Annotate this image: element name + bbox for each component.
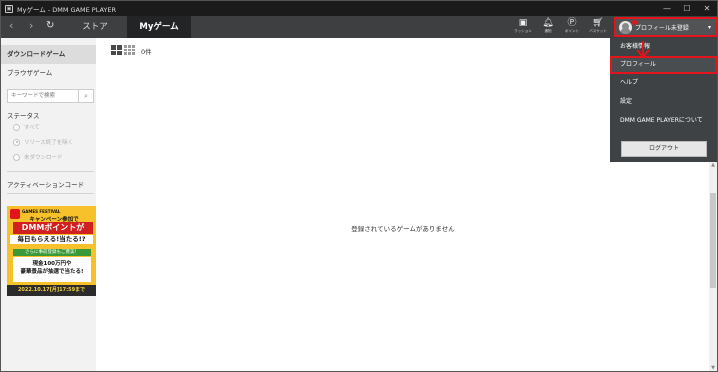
- menu-item-settings[interactable]: 設定: [610, 93, 717, 111]
- menu-item-profile[interactable]: プロフィール: [610, 56, 717, 74]
- close-button[interactable]: ✕: [697, 4, 717, 13]
- cushion-button[interactable]: ▣ クッション: [513, 18, 533, 34]
- banner-prize-line2: 豪華景品が抽選で当たる!: [20, 269, 84, 275]
- minimize-button[interactable]: —: [657, 4, 677, 13]
- chevron-down-icon: ▾: [707, 23, 711, 31]
- point-button[interactable]: Ⓟ ポイント: [562, 18, 582, 34]
- radio-button[interactable]: [13, 123, 20, 131]
- status-label: ステータス: [7, 112, 40, 120]
- activation-code-link[interactable]: アクティベーションコード: [7, 179, 84, 189]
- status-option-exclude-ended[interactable]: リリース終了を除く: [13, 138, 73, 146]
- menu-item-about[interactable]: DMM GAME PLAYERについて: [610, 112, 717, 130]
- cushion-icon: ▣: [518, 18, 528, 28]
- empty-message: 登録されているゲームがありません: [351, 225, 455, 233]
- reload-icon[interactable]: ↻: [46, 20, 54, 31]
- game-count: 0件: [141, 48, 152, 56]
- banner-festival: GAMES FESTIVAL: [22, 209, 61, 214]
- profile-menu-button[interactable]: プロフィール未登録 ▾: [614, 17, 717, 37]
- cushion-caption: クッション: [514, 29, 532, 33]
- logout-button[interactable]: ログアウト: [621, 141, 707, 157]
- basket-icon: 🛒︎: [592, 18, 604, 28]
- radio-button[interactable]: [13, 138, 20, 146]
- window-title: Myゲーム - DMM GAME PLAYER: [17, 5, 117, 14]
- notification-caption: 通知: [544, 29, 552, 33]
- status-option-label: すべて: [24, 125, 40, 131]
- bell-icon: 🔔︎: [542, 18, 554, 28]
- campaign-banner[interactable]: GAMES FESTIVAL キャンペーン参加で DMMポイントが 毎日もらえる…: [7, 206, 96, 296]
- view-toggle: [111, 45, 137, 55]
- profile-label: プロフィール未登録: [635, 24, 689, 32]
- search-input[interactable]: [8, 90, 78, 102]
- back-arrow-icon[interactable]: ‹: [9, 19, 13, 32]
- banner-preregister: さらに事前登録もご褒美！: [13, 249, 91, 256]
- divider: [7, 193, 94, 194]
- app-window: ▣ Myゲーム - DMM GAME PLAYER — ☐ ✕ ‹ › ↻ スト…: [0, 0, 718, 372]
- nav-bar: ‹ › ↻ ストア Myゲーム ▣ クッション 🔔︎ 通知 Ⓟ ポイント 🛒︎ …: [1, 16, 717, 38]
- banner-dmm-point: DMMポイントが: [13, 222, 93, 234]
- status-option-not-downloaded[interactable]: 未ダウンロード: [13, 153, 63, 161]
- banner-headline: 毎日もらえる!当たる!?: [10, 235, 93, 244]
- basket-caption: バスケット: [589, 29, 607, 33]
- tab-my-games[interactable]: Myゲーム: [127, 16, 191, 38]
- scrollbar-thumb[interactable]: [710, 193, 716, 288]
- forward-arrow-icon[interactable]: ›: [29, 19, 33, 32]
- large-grid-icon[interactable]: [111, 45, 122, 55]
- scroll-down-icon[interactable]: ▼: [709, 365, 717, 371]
- sidebar-item-browser-games[interactable]: ブラウザゲーム: [1, 64, 96, 83]
- maximize-button[interactable]: ☐: [677, 4, 697, 13]
- status-option-label: 未ダウンロード: [24, 155, 63, 161]
- basket-button[interactable]: 🛒︎ バスケット: [588, 18, 608, 34]
- annotation-arrow-icon: [636, 41, 650, 59]
- point-caption: ポイント: [565, 29, 579, 33]
- search-icon[interactable]: ⌕: [78, 90, 93, 102]
- radio-button[interactable]: [13, 153, 20, 161]
- avatar-icon: [619, 20, 632, 34]
- scrollbar[interactable]: ▲ ▼: [709, 161, 717, 371]
- banner-prize: 現金100万円や 豪華景品が抽選で当たる!: [13, 257, 91, 282]
- notification-dot: [632, 20, 637, 25]
- scroll-up-icon[interactable]: ▲: [709, 162, 717, 168]
- divider: [7, 171, 94, 172]
- banner-prize-line1: 現金100万円や: [32, 261, 72, 267]
- small-grid-icon[interactable]: [124, 45, 135, 55]
- notification-button[interactable]: 🔔︎ 通知: [538, 18, 558, 34]
- profile-dropdown-menu: お客様情報 プロフィール ヘルプ 設定 DMM GAME PLAYERについて …: [610, 38, 717, 162]
- status-option-all[interactable]: すべて: [13, 123, 40, 131]
- app-logo-icon: ▣: [5, 4, 13, 13]
- sidebar-item-download-games[interactable]: ダウンロードゲーム: [1, 45, 96, 64]
- sidebar: ダウンロードゲーム ブラウザゲーム ⌕ ステータス すべて リリース終了を除く …: [1, 38, 96, 371]
- banner-deadline: 2022.10.17[月]17:59まで: [7, 285, 96, 296]
- status-option-label: リリース終了を除く: [24, 140, 74, 146]
- menu-item-customer-info[interactable]: お客様情報: [610, 38, 717, 56]
- tab-store[interactable]: ストア: [65, 16, 125, 38]
- search-box: ⌕: [7, 89, 94, 103]
- point-icon: Ⓟ: [567, 18, 577, 28]
- title-bar: ▣ Myゲーム - DMM GAME PLAYER — ☐ ✕: [1, 1, 717, 16]
- menu-item-help[interactable]: ヘルプ: [610, 74, 717, 92]
